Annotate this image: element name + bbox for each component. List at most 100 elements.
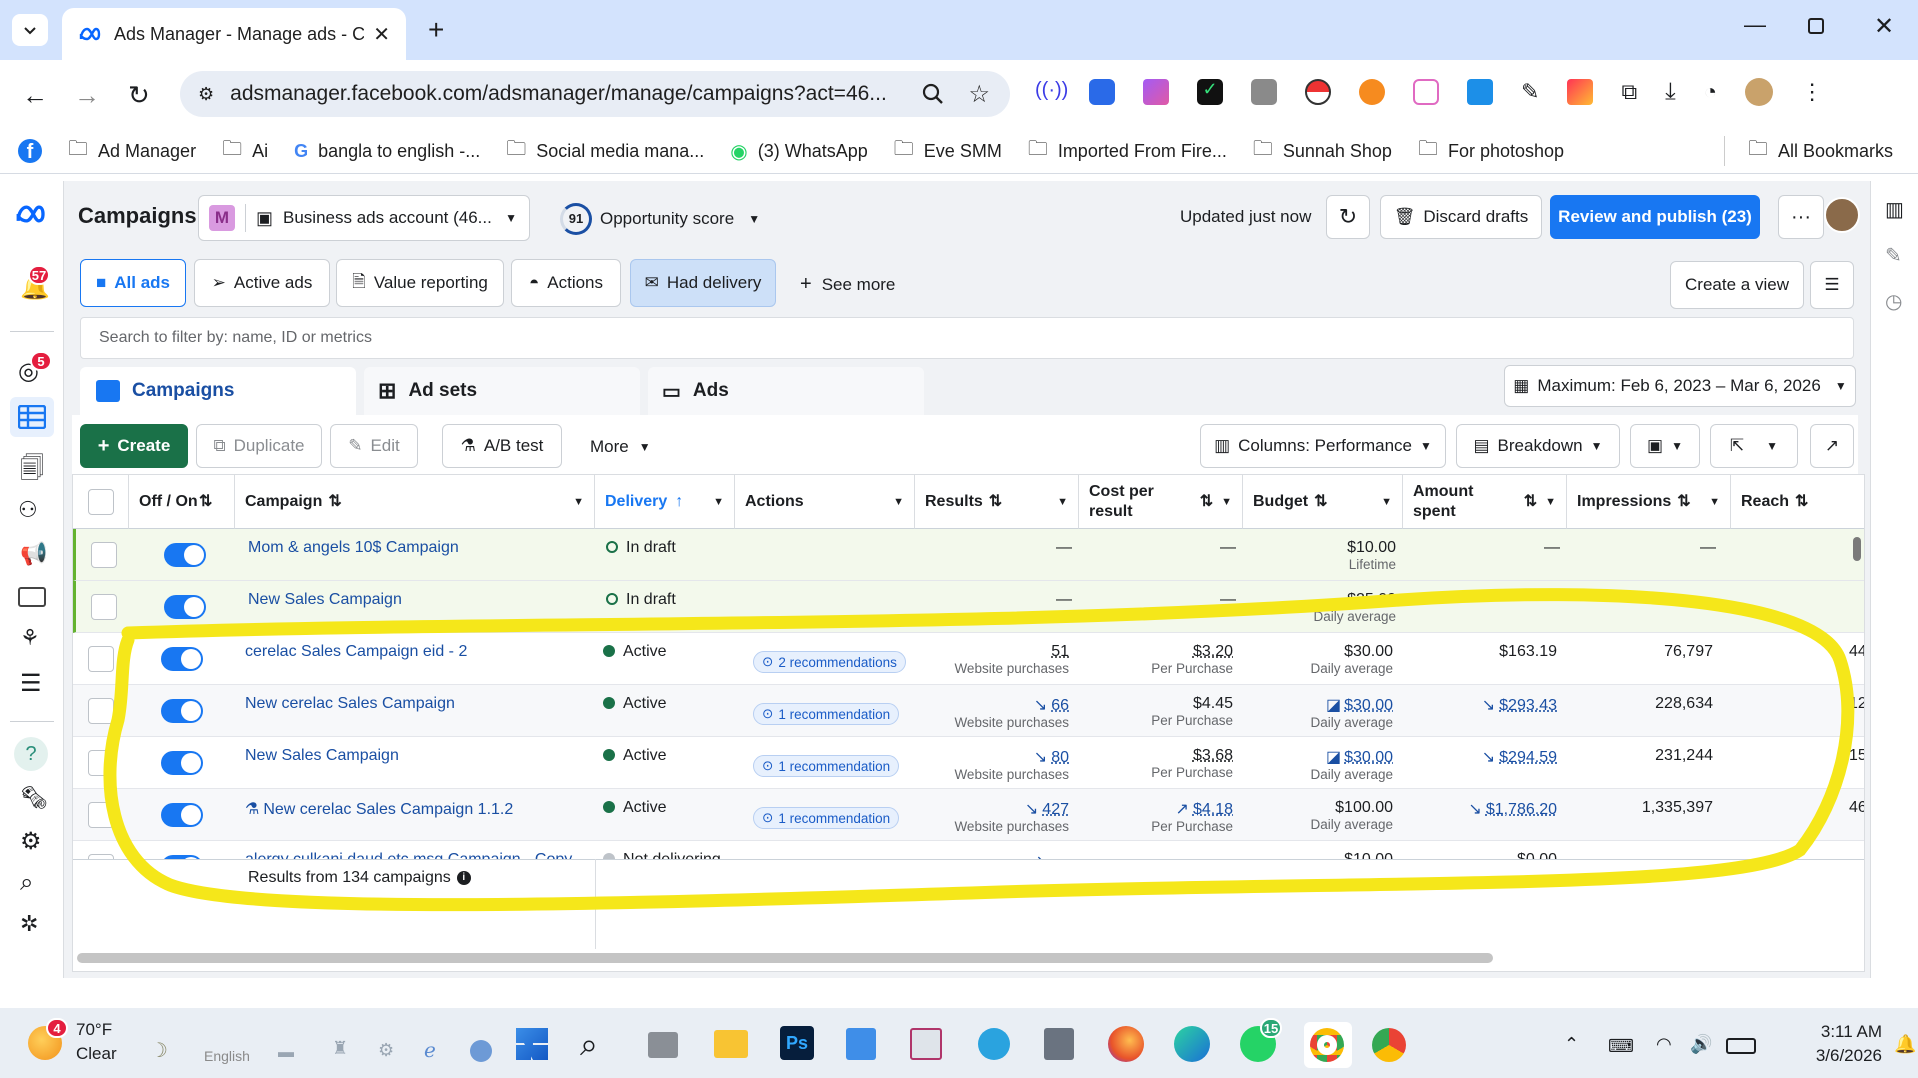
facebook-icon[interactable]: f: [18, 139, 42, 163]
snipping-tool-icon[interactable]: [910, 1028, 942, 1060]
recommendation-badge[interactable]: ⊙ 2 recommendations: [753, 651, 906, 673]
star-icon[interactable]: ☆: [968, 80, 990, 109]
campaign-toggle[interactable]: [164, 595, 206, 619]
new-tab-button[interactable]: +: [428, 14, 444, 46]
megaphone-icon[interactable]: 📢: [20, 541, 47, 567]
bookmark-item[interactable]: Gbangla to english -...: [294, 141, 480, 162]
bookmark-item[interactable]: 🗀 Imported From Fire...: [1028, 134, 1227, 168]
more-button[interactable]: More ▼: [590, 437, 651, 457]
windows-start-icon[interactable]: [516, 1028, 548, 1060]
budget-value[interactable]: $30.00: [1344, 697, 1393, 714]
notepad-icon[interactable]: [846, 1028, 876, 1060]
campaign-toggle[interactable]: [164, 543, 206, 567]
forward-button[interactable]: →: [74, 80, 100, 111]
duplicate-button[interactable]: ⧉ Duplicate: [196, 424, 322, 468]
all-tools-icon[interactable]: ☰: [20, 669, 42, 698]
budget-value[interactable]: $30.00: [1344, 643, 1393, 660]
chrome-profile-icon[interactable]: [1372, 1028, 1406, 1062]
tab-ads[interactable]: ▭ Ads: [648, 367, 924, 415]
volume-icon[interactable]: 🔊: [1690, 1034, 1712, 1055]
results-value[interactable]: —: [1056, 591, 1072, 608]
filter-active-ads[interactable]: ➢ Active ads: [194, 259, 330, 307]
table-row[interactable]: New Sales Campaign In draft — — $25.00 Da…: [73, 581, 1864, 633]
tray-icon[interactable]: ⚙: [378, 1040, 394, 1061]
row-checkbox[interactable]: [91, 594, 117, 620]
search-icon[interactable]: ⌕: [20, 869, 33, 897]
more-options-button[interactable]: ···: [1778, 195, 1824, 239]
review-publish-button[interactable]: Review and publish (23): [1550, 195, 1760, 239]
recommendation-badge[interactable]: ⊙ 1 recommendation: [753, 807, 900, 829]
amount-spent-value[interactable]: $0.00: [1517, 851, 1557, 859]
photoshop-icon[interactable]: Ps: [780, 1026, 814, 1060]
taskbar-search-icon[interactable]: ⌕: [580, 1026, 598, 1064]
charts-button[interactable]: ↗: [1810, 424, 1854, 468]
results-value[interactable]: 66: [1051, 697, 1069, 714]
clock-date[interactable]: 3/6/2026: [1792, 1046, 1882, 1066]
downloads-icon[interactable]: ⤓: [1665, 78, 1676, 106]
table-row[interactable]: New Sales Campaign Active ⊙ 1 recommendat…: [73, 737, 1864, 789]
audiences-icon[interactable]: ⚇: [18, 497, 38, 523]
back-button[interactable]: ←: [22, 80, 48, 111]
filter-value-reporting[interactable]: 🗎 Value reporting: [336, 259, 504, 307]
budget-value[interactable]: $100.00: [1335, 799, 1393, 816]
notification-bell-icon[interactable]: 🔔: [1894, 1034, 1916, 1055]
performance-icon[interactable]: ◔: [1704, 79, 1717, 105]
zoom-icon[interactable]: [922, 83, 944, 105]
extension-feather-icon[interactable]: [1143, 79, 1169, 105]
campaign-name-link[interactable]: New Sales Campaign: [248, 591, 402, 608]
recommendation-badge[interactable]: ⊙ 1 recommendation: [753, 703, 900, 725]
row-checkbox[interactable]: [88, 646, 114, 672]
tab-campaigns[interactable]: Campaigns: [80, 367, 356, 415]
recommendation-badge[interactable]: ⊙ 1 recommendation: [753, 755, 900, 777]
campaign-name-link[interactable]: cerelac Sales Campaign eid - 2: [245, 643, 467, 660]
row-checkbox[interactable]: [91, 542, 117, 568]
filter-actions[interactable]: ◓ Actions: [511, 259, 621, 307]
bookmark-item[interactable]: 🗀 Ad Manager: [68, 134, 196, 168]
filter-had-delivery[interactable]: ✉ Had delivery: [630, 259, 776, 307]
cost-value[interactable]: $3.20: [1193, 643, 1233, 660]
user-avatar[interactable]: [1824, 197, 1860, 233]
chart-icon[interactable]: ▥: [1885, 197, 1904, 222]
settings-icon[interactable]: ⚙: [20, 827, 42, 856]
info-icon[interactable]: i: [456, 871, 471, 885]
extension-ai-icon[interactable]: [1413, 79, 1439, 105]
extension-orange-icon[interactable]: [1359, 79, 1385, 105]
cost-value[interactable]: —: [1220, 591, 1236, 608]
history-icon[interactable]: ◷: [1885, 289, 1902, 314]
tray-icon[interactable]: ℯ: [424, 1038, 436, 1063]
firefox-icon[interactable]: [1108, 1026, 1144, 1062]
wifi-icon[interactable]: ◠: [1656, 1034, 1672, 1055]
extension-check-icon[interactable]: ✓: [1197, 79, 1223, 105]
browser-menu-icon[interactable]: ⋮: [1801, 79, 1823, 105]
tab-ad-sets[interactable]: ⊞ Ad sets: [364, 367, 640, 415]
delivery-header[interactable]: Delivery ↑ ▼: [595, 475, 735, 529]
bookmark-item[interactable]: ◉ (3) WhatsApp: [730, 139, 868, 164]
billing-icon[interactable]: [18, 587, 46, 607]
reload-button[interactable]: ↻: [128, 80, 150, 111]
file-explorer-icon[interactable]: [714, 1030, 748, 1058]
results-value[interactable]: 51: [1051, 643, 1069, 660]
off-on-header[interactable]: Off / On ⇅: [129, 475, 235, 529]
campaign-name-link[interactable]: New cerelac Sales Campaign: [245, 695, 455, 712]
campaign-name-link[interactable]: alergy culkani daud etc msg Campaign - C…: [245, 851, 572, 859]
results-value[interactable]: 427: [1042, 801, 1069, 818]
reach-header[interactable]: Reach ⇅: [1731, 475, 1864, 529]
campaign-toggle[interactable]: [161, 751, 203, 775]
budget-value[interactable]: $25.00: [1347, 591, 1396, 608]
table-row[interactable]: Mom & angels 10$ Campaign In draft — — $…: [73, 529, 1864, 581]
table-row[interactable]: alergy culkani daud etc msg Campaign - C…: [73, 841, 1864, 859]
close-icon[interactable]: ✕: [373, 22, 390, 47]
table-row[interactable]: cerelac Sales Campaign eid - 2 Active ⊙ 2…: [73, 633, 1864, 685]
see-more-filters[interactable]: + See more: [800, 273, 895, 296]
campaign-name-link[interactable]: New cerelac Sales Campaign 1.1.2: [263, 801, 513, 818]
discard-drafts-button[interactable]: 🗑 Discard drafts: [1380, 195, 1542, 239]
extension-pokeball-icon[interactable]: [1305, 79, 1331, 105]
cost-per-result-header[interactable]: Cost per result ⇅ ▼: [1079, 475, 1243, 529]
actions-header[interactable]: Actions ▼: [735, 475, 915, 529]
view-settings-button[interactable]: ☰: [1810, 261, 1854, 309]
pages-icon[interactable]: 🗐: [20, 451, 44, 492]
amount-spent-value[interactable]: —: [1544, 539, 1560, 556]
edit-pencil-icon[interactable]: ✎: [1885, 243, 1902, 268]
breakdown-button[interactable]: ▤ Breakdown ▼: [1456, 424, 1620, 468]
clock-time[interactable]: 3:11 AM: [1792, 1022, 1882, 1042]
